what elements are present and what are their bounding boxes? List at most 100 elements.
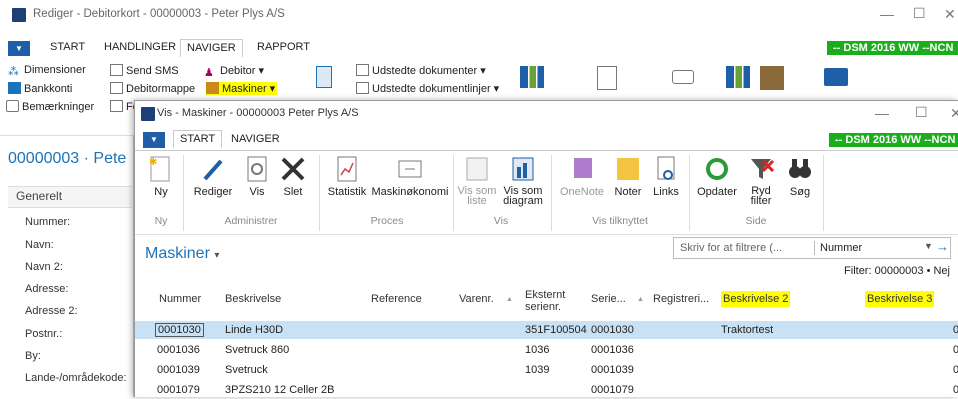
udstedte-dokumenter-button[interactable]: Udstedte dokumenter ▾ [356,64,486,77]
rediger-button[interactable]: Rediger [191,155,235,198]
vis-som-liste-button[interactable]: Vis som liste [457,155,497,207]
tab-rapport[interactable]: RAPPORT [257,41,310,53]
col-serie[interactable]: Serie... [591,293,626,305]
col-registreri[interactable]: Registreri... [653,293,709,305]
separator [551,155,552,231]
minimize-icon-2[interactable]: — [875,105,889,121]
field-adresse2: Adresse 2: [25,305,78,317]
separator [319,155,320,231]
refresh-icon [706,158,728,180]
credit-card-icon [824,68,848,86]
sms-icon [110,64,123,76]
table-row[interactable]: 0001039 Svetruck 1039 0001039 0 [135,361,958,379]
list-title[interactable]: Maskiner ▾ [145,245,219,263]
tab-start[interactable]: START [50,41,85,53]
field-postnr: Postnr.: [25,328,63,340]
group-proces: Proces [370,215,404,227]
col-beskrivelse-3[interactable]: Beskrivelse 3 [865,291,935,307]
udstedte-dokumentlinjer-button[interactable]: Udstedte dokumentlinjer ▾ [356,82,499,95]
group-vis-tilknyttet: Vis tilknyttet [592,215,648,227]
card-icon [672,70,694,84]
new-icon: ✱ [149,156,170,182]
table-row[interactable]: 0001079 3PZS210 12 Celler 2B 0001079 0 [135,381,958,399]
close-icon[interactable]: ✕ [944,6,956,23]
maximize-icon-2[interactable]: ☐ [915,104,928,121]
field-adresse: Adresse: [25,283,69,295]
onenote-button[interactable]: OneNote [557,155,607,198]
back-window-title: Rediger - Debitorkort - 00000003 - Peter… [33,8,285,20]
chart-view-icon [512,157,534,181]
col-varenr[interactable]: Varenr. [459,293,494,305]
apply-filter-icon[interactable]: → [936,239,949,254]
tab-start-2[interactable]: START [173,130,223,148]
maskinoekonomi-button[interactable]: Maskinøkonomi [371,155,449,198]
app-logo-icon-2 [141,107,155,121]
field-landekode: Lande-/områdekode: [25,372,127,384]
vis-button[interactable]: Vis [239,155,275,198]
opdater-button[interactable]: Opdater [695,155,739,198]
slet-button[interactable]: Slet [275,155,311,198]
ryd-filter-button[interactable]: Ryd filter [741,155,781,207]
economy-icon [398,160,422,178]
dimensioner-button[interactable]: ⁂ Dimensioner [8,64,86,78]
field-navn: Navn: [25,239,54,251]
divider [814,241,815,255]
folder-icon [110,82,123,94]
field-by: By: [25,350,41,362]
col-nummer[interactable]: Nummer [159,293,201,305]
separator [183,155,184,231]
info-doc-icon [597,66,617,90]
tab-handlinger[interactable]: HANDLINGER [104,41,176,53]
svg-text:✱: ✱ [149,157,157,168]
noter-button[interactable]: Noter [609,155,647,198]
col-beskrivelse-2[interactable]: Beskrivelse 2 [721,291,791,307]
section-generelt[interactable]: Generelt [8,186,132,208]
field-nummer: Nummer: [25,216,71,228]
soeg-button[interactable]: Søg [783,155,817,198]
group-side: Side [745,215,767,227]
maskiner-button[interactable]: Maskiner ▾ [206,82,278,95]
binoculars-icon [789,159,811,178]
chart-icon-2 [726,66,750,88]
app-menu-button[interactable]: ▼ [8,41,30,56]
field-navn2: Navn 2: [25,261,63,273]
back-tab-bar: ▼ START HANDLINGER NAVIGER RAPPORT -- DS… [0,36,958,58]
vis-som-diagram-button[interactable]: Vis som diagram [501,155,545,207]
bemaerkninger-button[interactable]: Bemærkninger [6,100,94,113]
onenote-icon [574,158,592,178]
send-sms-button[interactable]: Send SMS [110,64,179,77]
minimize-icon[interactable]: — [880,6,894,22]
debitormappe-button[interactable]: Debitormappe [110,82,195,95]
close-icon-2[interactable]: ✕ [950,105,958,122]
debitor-button[interactable]: ♟ Debitor ▾ [204,64,264,79]
front-window-title: Vis - Maskiner - 00000003 Peter Plys A/S [157,107,359,119]
bankkonti-button[interactable]: Bankkonti [8,82,72,95]
maximize-icon[interactable]: ☐ [913,5,926,22]
separator [453,155,454,231]
tab-naviger-2[interactable]: NAVIGER [231,133,280,145]
delete-icon [281,157,305,181]
link-icon [657,156,675,180]
view-doc-icon [247,156,267,182]
sort-up-icon[interactable]: ▲ [637,296,644,303]
col-reference[interactable]: Reference [371,293,422,305]
field-dropdown-icon[interactable]: ▼ [924,241,933,251]
document-icon [110,100,123,112]
group-ny: Ny [154,215,168,227]
dimensions-icon: ⁂ [8,66,19,78]
back-titlebar: Rediger - Debitorkort - 00000003 - Peter… [0,0,958,36]
search-field-select[interactable]: Nummer [820,242,862,254]
col-eksternt-serienr[interactable]: Eksternt serienr. [525,289,565,313]
chevron-down-icon[interactable]: ▾ [214,250,219,261]
app-menu-button-2[interactable]: ▼ [143,132,165,148]
table-row[interactable]: 0001036 Svetruck 860 1036 0001036 0 [135,341,958,359]
sort-up-icon[interactable]: ▲ [506,296,513,303]
statistik-button[interactable]: Statistik [325,155,369,198]
ny-button[interactable]: ✱ Ny [143,155,179,198]
search-input[interactable]: Skriv for at filtrere (... [680,242,782,254]
links-button[interactable]: Links [649,155,683,198]
col-beskrivelse[interactable]: Beskrivelse [225,293,281,305]
table-row[interactable]: 0001030 Linde H30D 351F100504 0001030 Tr… [135,321,958,339]
tab-naviger[interactable]: NAVIGER [180,39,243,57]
separator [823,155,824,231]
